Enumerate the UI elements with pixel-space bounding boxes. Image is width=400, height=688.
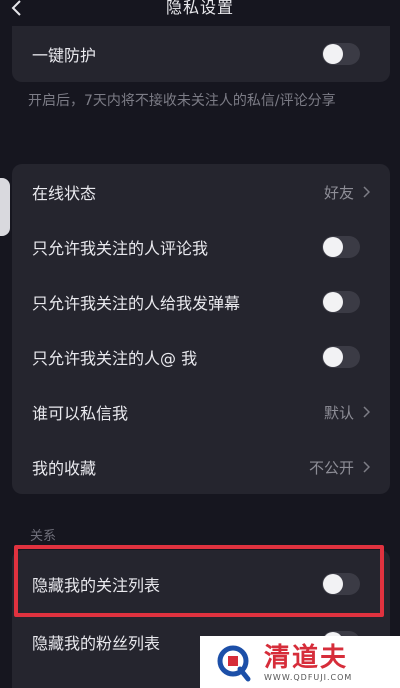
row-label: 只允许我关注的人给我发弹幕 <box>32 294 241 313</box>
row-value: 好友 <box>323 183 354 202</box>
row-label: 在线状态 <box>32 184 97 203</box>
header-bar: 隐私设置 <box>0 0 400 26</box>
protection-label: 一键防护 <box>32 46 97 65</box>
row-label: 只允许我关注的人@ 我 <box>32 349 198 368</box>
row-online-status[interactable]: 在线状态 好友 <box>12 164 390 220</box>
chevron-right-icon <box>363 406 370 418</box>
watermark-text: 清道夫 WWW.QDFUJI.COM <box>264 643 352 682</box>
relations-section-label: 关系 <box>30 529 57 544</box>
page-title: 隐私设置 <box>165 0 234 17</box>
row-mention-followed[interactable]: 只允许我关注的人@ 我 <box>12 329 390 385</box>
watermark-logo-icon <box>217 645 251 682</box>
protection-toggle[interactable] <box>322 43 360 65</box>
row-comment-followed[interactable]: 只允许我关注的人评论我 <box>12 219 390 275</box>
mention-toggle[interactable] <box>322 346 360 368</box>
row-value-wrap: 不公开 <box>309 457 370 478</box>
protection-description: 开启后，7天内将不接收未关注人的私信/评论分享 <box>28 93 336 109</box>
protection-card: 一键防护 <box>12 26 390 82</box>
chevron-right-icon <box>363 186 370 198</box>
row-label: 只允许我关注的人评论我 <box>32 239 209 258</box>
privacy-card: 在线状态 好友 只允许我关注的人评论我 只允许我关注的人给我发弹幕 只允许我关注… <box>12 164 390 494</box>
watermark: 清道夫 WWW.QDFUJI.COM <box>200 636 400 688</box>
row-who-can-message[interactable]: 谁可以私信我 默认 <box>12 384 390 440</box>
toggle-knob <box>323 292 343 312</box>
row-label: 我的收藏 <box>32 459 97 478</box>
protection-row[interactable]: 一键防护 <box>12 26 390 82</box>
row-label: 谁可以私信我 <box>32 404 129 423</box>
chevron-right-icon <box>363 461 370 473</box>
toggle-knob <box>323 237 343 257</box>
row-value: 默认 <box>323 403 354 422</box>
watermark-url: WWW.QDFUJI.COM <box>264 672 353 682</box>
side-handle[interactable] <box>0 178 10 236</box>
row-value-wrap: 好友 <box>324 182 370 203</box>
highlight-box <box>14 545 384 617</box>
toggle-knob <box>323 347 343 367</box>
danmaku-toggle[interactable] <box>322 291 360 313</box>
comment-toggle[interactable] <box>322 236 360 258</box>
row-danmaku-followed[interactable]: 只允许我关注的人给我发弹幕 <box>12 274 390 330</box>
row-value: 不公开 <box>308 458 354 477</box>
row-my-favorites[interactable]: 我的收藏 不公开 <box>12 439 390 495</box>
back-arrow-icon[interactable] <box>10 0 24 16</box>
toggle-knob <box>323 44 343 64</box>
watermark-title: 清道夫 <box>264 642 349 673</box>
row-value-wrap: 默认 <box>324 402 370 423</box>
